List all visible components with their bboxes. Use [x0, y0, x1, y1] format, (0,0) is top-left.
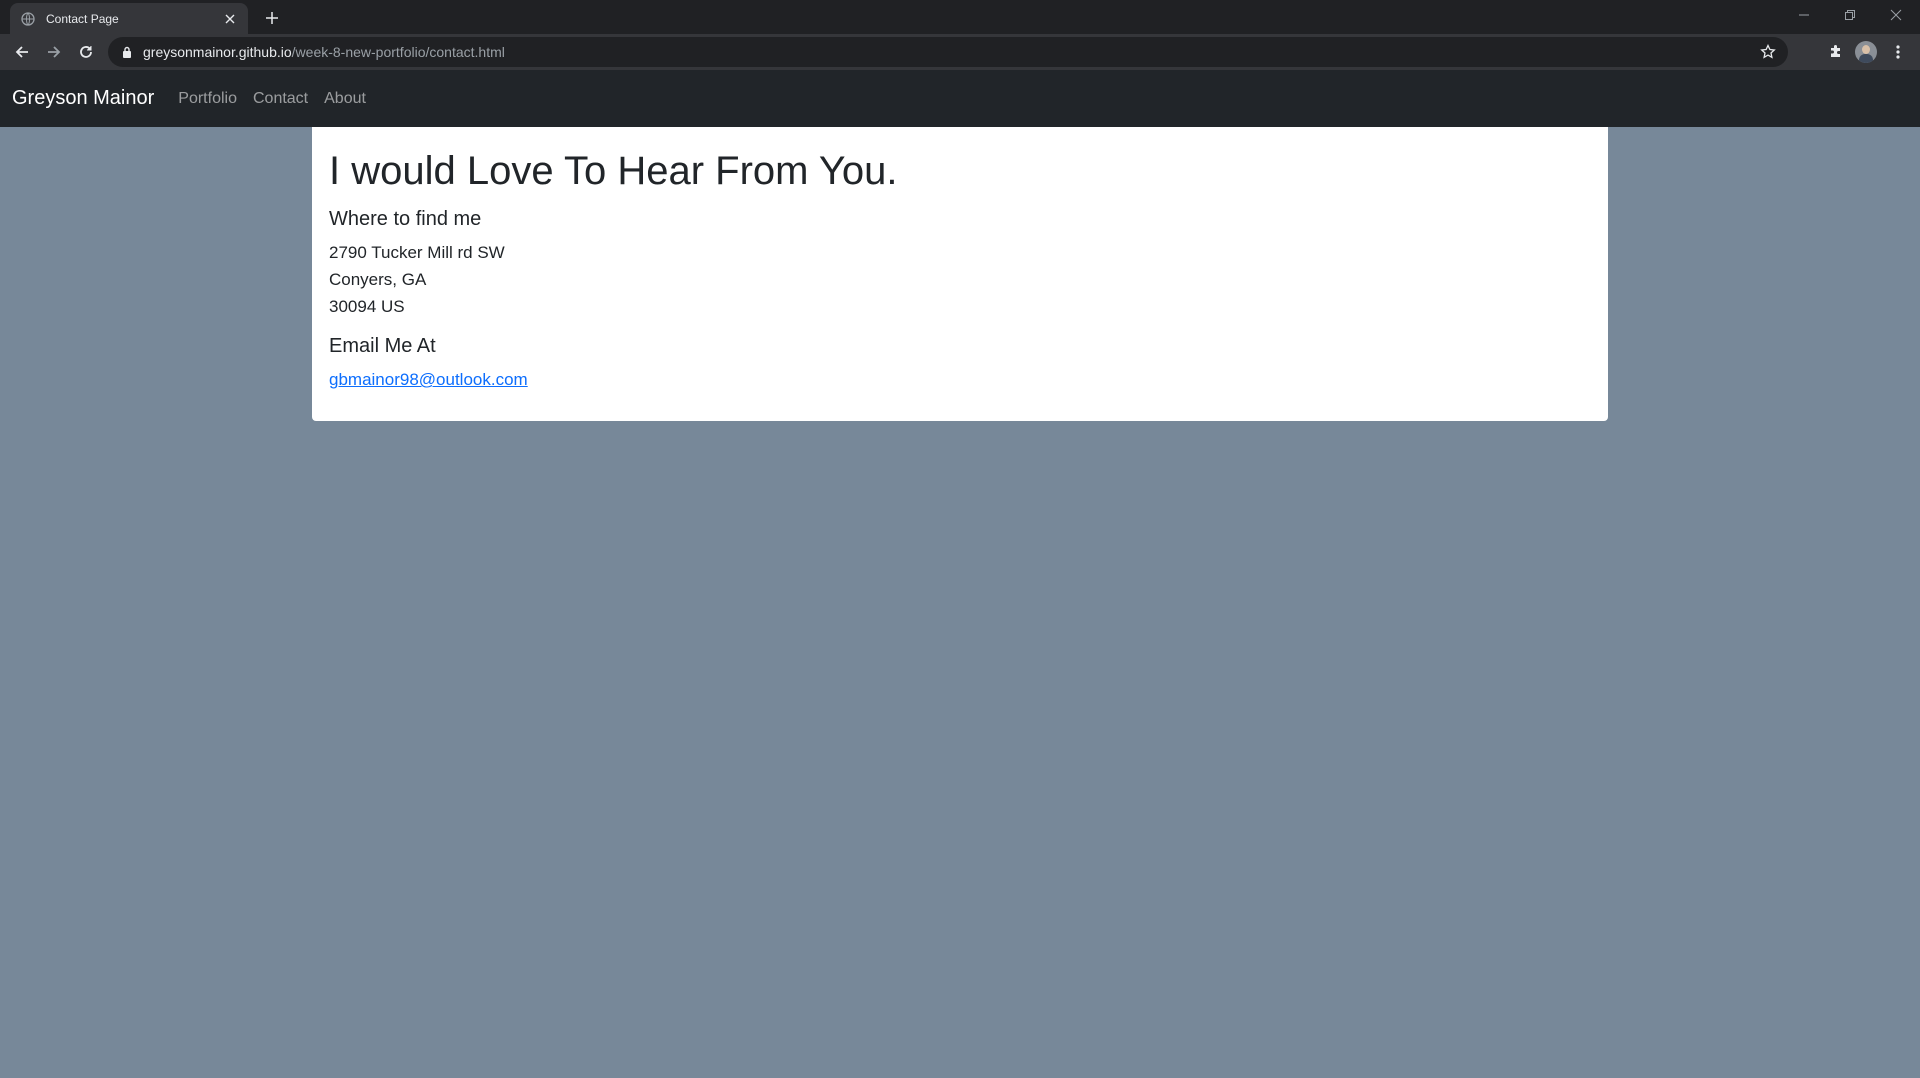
restore-icon[interactable] — [1827, 0, 1873, 30]
browser-tab[interactable]: Contact Page — [10, 3, 248, 34]
browser-tabstrip: Contact Page — [0, 0, 1920, 34]
contact-card: I would Love To Hear From You. Where to … — [312, 127, 1608, 421]
bookmark-star-icon[interactable] — [1760, 43, 1776, 60]
email-link[interactable]: gbmainor98@outlook.com — [329, 370, 528, 389]
address-line: 30094 US — [329, 297, 405, 316]
address-bar[interactable]: greysonmainor.github.io/week-8-new-portf… — [108, 37, 1788, 67]
minimize-icon[interactable] — [1781, 0, 1827, 30]
url-host: greysonmainor.github.io — [143, 44, 292, 60]
kebab-menu-icon[interactable] — [1886, 40, 1910, 64]
site-navbar: Greyson Mainor Portfolio Contact About — [0, 70, 1920, 127]
nav-link-about[interactable]: About — [324, 90, 366, 108]
forward-icon[interactable] — [42, 40, 66, 64]
close-window-icon[interactable] — [1873, 0, 1919, 30]
nav-link-portfolio[interactable]: Portfolio — [178, 90, 237, 108]
tab-title: Contact Page — [46, 11, 119, 26]
address-line: 2790 Tucker Mill rd SW — [329, 243, 505, 262]
extensions-puzzle-icon[interactable] — [1824, 40, 1848, 64]
lock-icon — [120, 45, 134, 59]
location-heading: Where to find me — [329, 208, 482, 230]
new-tab-button[interactable] — [260, 6, 284, 30]
address-block: 2790 Tucker Mill rd SW Conyers, GA 30094… — [329, 239, 1591, 320]
nav-link-contact[interactable]: Contact — [253, 90, 308, 108]
navbar-brand[interactable]: Greyson Mainor — [12, 87, 154, 110]
reload-icon[interactable] — [74, 40, 98, 64]
address-line: Conyers, GA — [329, 270, 427, 289]
browser-toolbar: greysonmainor.github.io/week-8-new-portf… — [0, 34, 1920, 70]
email-heading: Email Me At — [329, 335, 436, 357]
profile-avatar[interactable] — [1855, 41, 1877, 63]
page-heading: I would Love To Hear From You. — [329, 149, 898, 193]
url-path: /week-8-new-portfolio/contact.html — [291, 44, 505, 60]
close-tab-icon[interactable] — [222, 11, 238, 27]
url-text: greysonmainor.github.io/week-8-new-portf… — [143, 44, 505, 60]
globe-icon — [20, 11, 36, 27]
back-icon[interactable] — [10, 40, 34, 64]
